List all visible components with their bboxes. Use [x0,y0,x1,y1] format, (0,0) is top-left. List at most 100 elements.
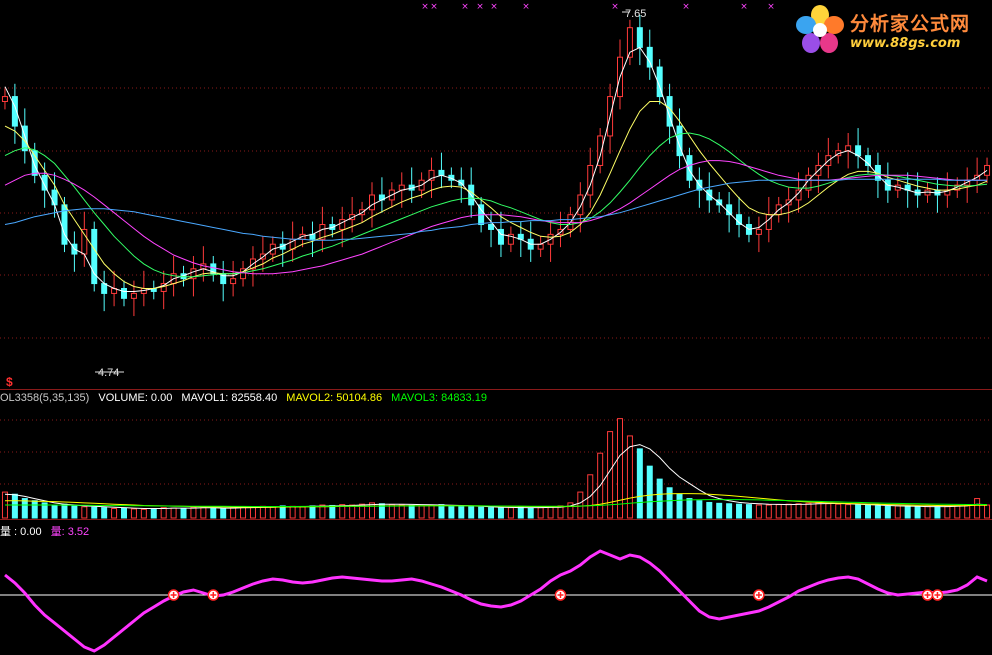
volume-bar [944,505,951,519]
volume-bar [795,503,802,519]
volume-bar [517,506,524,519]
candle-body [765,214,772,230]
volume-bar [309,505,316,519]
volume-legend-volume: VOLUME: 0.00 [98,392,173,404]
volume-bar [676,493,683,519]
volume-bar [507,507,514,519]
candle-body [577,194,584,216]
volume-bar [468,506,475,519]
volume-bar [706,501,713,519]
volume-legend-mavol2: MAVOL2: 50104.86 [286,392,383,404]
candle-body [636,27,643,48]
volume-bar [458,505,465,519]
indicator-line [4,549,988,653]
watermark-url: www.88gs.com [850,36,961,51]
volume-legend: OL3358(5,35,135) VOLUME: 0.00 MAVOL1: 82… [0,392,487,404]
volume-bar [180,507,187,519]
indicator-legend: 量 : 0.00 量: 3.52 [0,523,89,539]
volume-bar [21,498,28,519]
candle-body [755,228,762,235]
candle-body [855,145,862,157]
candle-body [537,243,544,250]
volume-bar [736,503,743,519]
top-marker: × [682,2,690,12]
candle-body [130,292,137,299]
candle-body [686,155,693,181]
volume-bar [815,502,822,519]
volume-bar [984,504,991,519]
volume-ma-line-1 [4,444,988,509]
candle-body [984,164,991,176]
volume-bar [527,507,534,519]
price-ma-line-1 [4,46,988,292]
volume-bar [785,503,792,519]
volume-bar [488,507,495,519]
volume-bar [448,504,455,519]
chart-canvas[interactable]: × × × × × × × × × × [0,0,992,655]
volume-bar [745,504,752,519]
volume-panel [1,418,991,519]
volume-bar [200,507,207,519]
volume-bar [220,507,227,519]
volume-legend-mavol1: MAVOL1: 82558.40 [181,392,278,404]
volume-bar [478,506,485,519]
volume-bar [398,504,405,519]
volume-bar [111,507,118,519]
candle-body [101,283,108,294]
volume-bar [11,493,18,519]
volume-bar [894,505,901,519]
volume-bar [765,504,772,519]
watermark-title: 分析家公式网 [850,13,971,35]
volume-bar [408,504,415,519]
volume-bar [497,507,504,519]
price-marker-label: $ [6,375,13,389]
volume-bar [249,506,256,519]
candle-body [81,228,88,255]
volume-bar [934,506,941,519]
volume-bar [329,504,336,519]
volume-bar [845,504,852,519]
volume-bar [914,506,921,519]
top-marker: × [476,2,484,12]
volume-legend-name: OL3358(5,35,135) [0,392,90,404]
volume-bar [140,508,147,519]
volume-bar [855,504,862,519]
volume-bar [696,500,703,519]
volume-bar [190,506,197,519]
volume-bar [954,505,961,519]
volume-bar [835,503,842,519]
volume-bar [974,498,981,519]
price-ma-line-5 [4,178,987,241]
indicator-panel [0,549,992,653]
volume-bar [61,503,68,519]
volume-bar [825,503,832,519]
volume-bar [904,505,911,519]
price-panel [1,11,991,373]
top-marker: × [522,2,530,12]
top-marker: × [430,2,438,12]
watermark-logo: 分析家公式网 www.88gs.com [792,3,988,57]
volume-bar [388,504,395,519]
volume-bar [865,504,871,519]
volume-bar [686,498,693,519]
volume-bar [81,506,88,519]
volume-bar [160,507,167,519]
top-markers: × × × × × × × × × × [421,2,775,12]
top-marker: × [461,2,469,12]
volume-bar [438,504,445,519]
volume-bar [91,506,98,519]
volume-bar [884,505,891,519]
volume-bar [805,502,812,519]
volume-bar [71,505,78,519]
volume-legend-mavol3: MAVOL3: 84833.19 [391,392,487,404]
volume-bar [299,506,306,519]
candle-body [121,288,127,299]
candle-body [230,278,237,285]
volume-bar [577,491,584,519]
volume-bar [101,507,108,519]
volume-bar [130,508,137,519]
candle-body [31,150,38,176]
volume-bar [874,505,881,519]
volume-bar [656,478,663,519]
volume-bar [259,505,266,519]
